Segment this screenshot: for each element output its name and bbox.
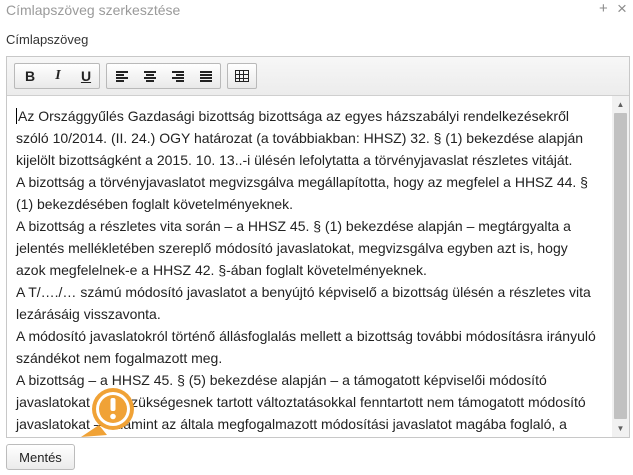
editor-scrollbar[interactable]: ▲ ▼ xyxy=(612,96,629,437)
field-label: Címlapszöveg xyxy=(6,32,89,47)
scroll-down-icon[interactable]: ▼ xyxy=(612,420,629,437)
close-icon[interactable]: × xyxy=(617,0,627,18)
text-caret xyxy=(16,108,17,124)
table-icon xyxy=(235,70,249,82)
editor-paragraph: Az Országgyűlés Gazdasági bizottság bizo… xyxy=(16,108,584,168)
editor-paragraph: A bizottság a részletes vita során – a H… xyxy=(16,218,571,278)
align-justify-icon xyxy=(200,70,212,82)
scroll-thumb[interactable] xyxy=(614,113,627,419)
editor-toolbar: B I U xyxy=(7,57,629,96)
align-button-group xyxy=(106,63,221,89)
align-justify-button[interactable] xyxy=(192,64,220,88)
editor-paragraph: A módosító javaslatokról történő állásfo… xyxy=(16,328,596,366)
underline-button[interactable]: U xyxy=(72,64,100,88)
editor-paragraph: A bizottság a törvényjavaslatot megvizsg… xyxy=(16,174,588,212)
align-left-icon xyxy=(116,70,128,82)
add-icon[interactable]: + xyxy=(599,0,608,18)
dialog: Címlapszöveg szerkesztése + × Címlapszöv… xyxy=(0,0,633,475)
warning-icon[interactable] xyxy=(77,385,139,441)
align-center-icon xyxy=(144,70,156,82)
align-right-button[interactable] xyxy=(164,64,192,88)
bold-button[interactable]: B xyxy=(16,64,44,88)
rich-text-editor: B I U Az Országgyűlés Gazdasági bizottsá… xyxy=(6,56,630,438)
align-left-button[interactable] xyxy=(108,64,136,88)
table-button-group xyxy=(227,63,257,89)
editor-paragraph: A T/…./… számú módosító javaslatot a ben… xyxy=(16,284,591,322)
insert-table-button[interactable] xyxy=(228,64,256,88)
format-button-group: B I U xyxy=(14,63,100,89)
italic-button[interactable]: I xyxy=(44,64,72,88)
save-button[interactable]: Mentés xyxy=(6,444,75,470)
scroll-up-icon[interactable]: ▲ xyxy=(612,96,629,113)
align-right-icon xyxy=(172,70,184,82)
dialog-title: Címlapszöveg szerkesztése xyxy=(6,2,181,18)
dialog-titlebar: Címlapszöveg szerkesztése + × xyxy=(0,0,633,22)
align-center-button[interactable] xyxy=(136,64,164,88)
